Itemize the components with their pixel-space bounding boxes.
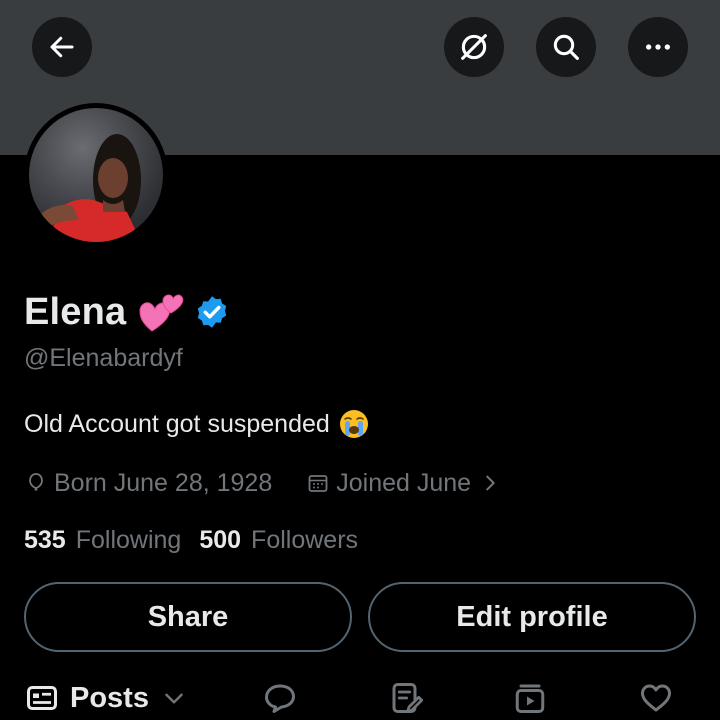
tab-likes[interactable]	[638, 680, 674, 716]
chevron-right-icon	[486, 475, 495, 491]
followers-label: Followers	[251, 525, 359, 554]
following-count: 535	[24, 525, 66, 554]
profile-meta: Born June 28, 1928 Joined June	[24, 466, 507, 500]
grok-button[interactable]	[444, 17, 504, 77]
back-arrow-icon	[50, 36, 74, 58]
more-button[interactable]	[628, 17, 688, 77]
tab-replies[interactable]	[262, 680, 298, 716]
bio-text: Old Account got suspended	[24, 409, 330, 438]
birthday-text: Born June 28, 1928	[54, 468, 273, 497]
followers-stat[interactable]: 500 Followers	[199, 526, 358, 555]
balloon-icon	[29, 473, 43, 491]
grok-icon	[461, 34, 487, 60]
joined-text: Joined June	[336, 468, 472, 497]
search-button[interactable]	[536, 17, 596, 77]
following-label: Following	[75, 525, 182, 554]
tab-posts[interactable]: Posts	[24, 680, 187, 716]
joined-item[interactable]: Joined June	[306, 469, 507, 498]
edit-profile-button[interactable]: Edit profile	[368, 582, 696, 652]
followers-count: 500	[199, 525, 242, 554]
follow-stats: 535 Following 500 Followers	[24, 522, 358, 558]
media-icon	[515, 684, 545, 713]
tab-articles[interactable]	[388, 680, 424, 716]
back-button[interactable]	[32, 17, 92, 77]
posts-icon	[27, 686, 57, 710]
likes-icon	[641, 684, 671, 712]
articles-icon	[392, 683, 424, 713]
avatar-photo	[29, 108, 163, 242]
calendar-icon	[308, 475, 328, 492]
display-name: Elena	[24, 290, 127, 333]
tab-media[interactable]	[512, 680, 548, 716]
profile-handle: @Elenabardyf	[24, 344, 183, 372]
crying-face-emoji-icon	[339, 410, 368, 438]
birthday-item: Born June 28, 1928	[24, 469, 272, 498]
verified-badge-icon[interactable]	[194, 294, 230, 330]
avatar[interactable]	[24, 103, 168, 247]
tab-posts-label: Posts	[70, 681, 149, 714]
name-row: Elena	[24, 288, 230, 336]
chevron-down-icon	[165, 693, 183, 704]
search-icon	[553, 34, 579, 60]
following-stat[interactable]: 535 Following	[24, 526, 181, 555]
replies-icon	[265, 684, 295, 713]
share-button[interactable]: Share	[24, 582, 352, 652]
profile-tabs: Posts	[0, 680, 720, 720]
two-hearts-emoji-icon	[139, 294, 184, 332]
more-icon	[646, 44, 670, 50]
profile-bio: Old Account got suspended	[24, 408, 370, 440]
